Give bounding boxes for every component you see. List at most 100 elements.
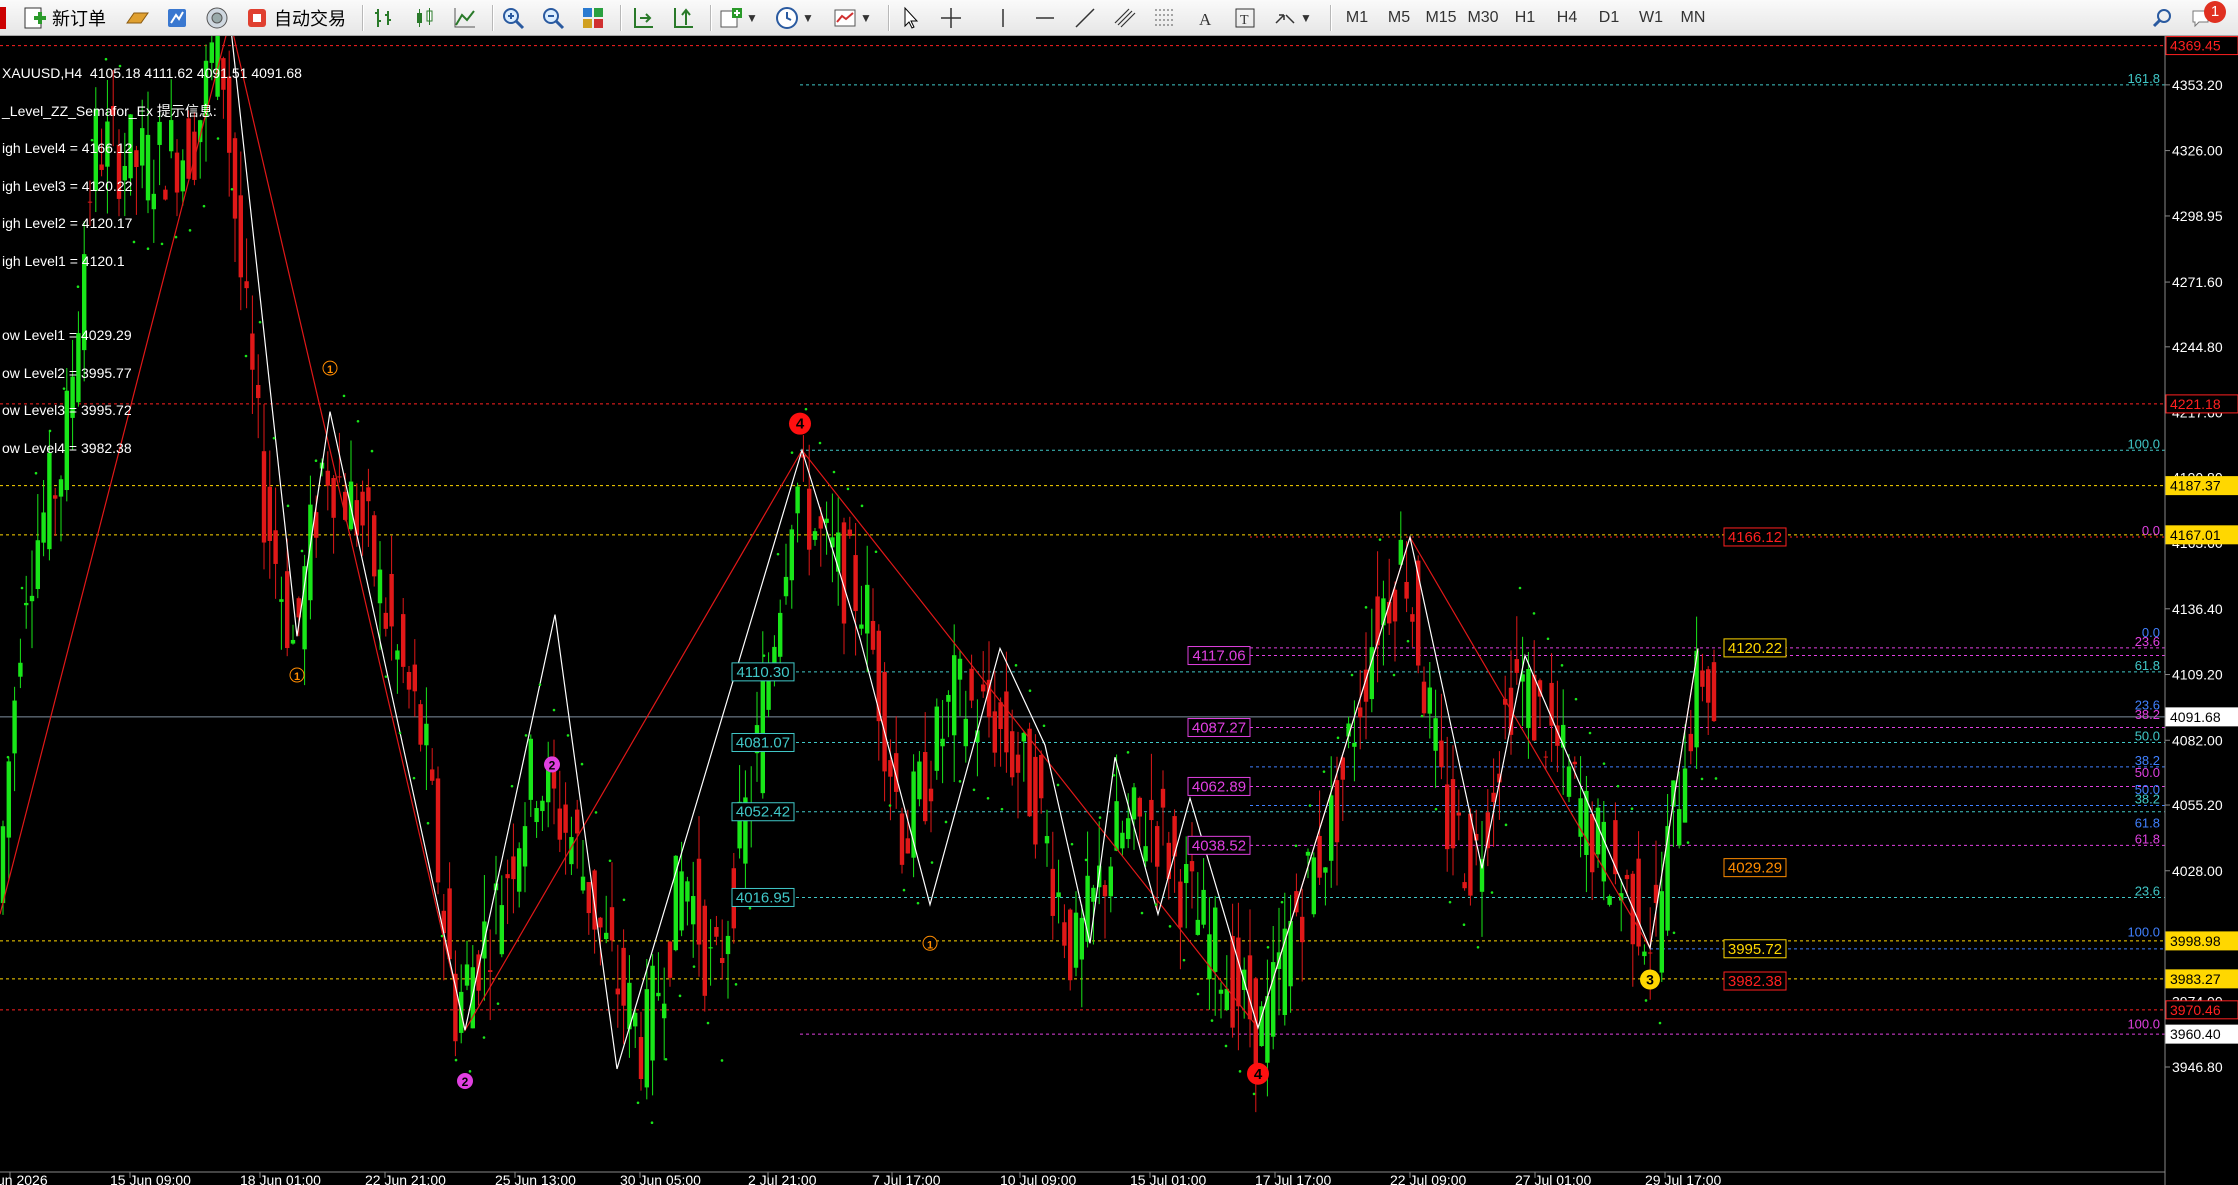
zoom-in-button[interactable] bbox=[500, 3, 526, 33]
indicator-title: _Level_ZZ_Semafor_Ex 提示信息: bbox=[2, 102, 217, 119]
timeframe-h1[interactable]: H1 bbox=[1506, 3, 1544, 33]
candle-body bbox=[691, 896, 696, 925]
candle-body bbox=[441, 910, 446, 934]
gold-bar-icon bbox=[124, 5, 150, 31]
level-label-box: 4062.89 bbox=[1187, 776, 1251, 796]
candle-body bbox=[522, 826, 528, 867]
timeframe-m1[interactable]: M1 bbox=[1338, 3, 1376, 33]
sar-dot bbox=[594, 811, 598, 814]
level-label-text: 4087.27 bbox=[1192, 720, 1246, 737]
timeframe-m5[interactable]: M5 bbox=[1380, 3, 1418, 33]
tile-windows-button[interactable] bbox=[580, 3, 606, 33]
channel-button[interactable] bbox=[1112, 3, 1138, 33]
price-chart[interactable]: 4110.30 4081.07 4052.42 4016.95 4117.06 4087.… bbox=[0, 36, 2238, 1185]
candle-body bbox=[1532, 674, 1537, 741]
semafor-marker: 2 bbox=[457, 1073, 473, 1090]
fibonacci-button[interactable] bbox=[1152, 3, 1178, 33]
timeframe-m30[interactable]: M30 bbox=[1464, 3, 1502, 33]
candle-body bbox=[598, 917, 603, 928]
notifications-button[interactable]: 1 bbox=[2190, 1, 2226, 33]
arrows-button[interactable]: ▼ bbox=[1272, 3, 1312, 33]
chart-shift-button[interactable] bbox=[670, 3, 696, 33]
candle-body bbox=[853, 555, 858, 612]
semafor-marker: 4 bbox=[1247, 1062, 1269, 1085]
vertical-line-button[interactable] bbox=[990, 3, 1016, 33]
trendline-button[interactable] bbox=[1072, 3, 1098, 33]
time-label: 15 Jun 09:00 bbox=[110, 1172, 191, 1185]
sar-dot bbox=[1294, 844, 1298, 848]
candle-body bbox=[1120, 832, 1125, 849]
indicators-button[interactable]: ▼ bbox=[718, 3, 758, 33]
sar-dot bbox=[636, 1101, 640, 1105]
time-axis: Jun 2026 15 Jun 09:00 18 Jun 01:00 22 Jun 2… bbox=[0, 1171, 2165, 1185]
periods-button[interactable]: ▼ bbox=[774, 3, 814, 33]
candle-body bbox=[1184, 864, 1189, 884]
semafor-label: 3 bbox=[1646, 972, 1654, 988]
sar-dot bbox=[1700, 777, 1704, 781]
high-level-1: igh Level1 = 4120.1 bbox=[2, 252, 125, 269]
candle-body bbox=[1114, 801, 1119, 851]
cursor-button[interactable] bbox=[898, 3, 924, 33]
candle-body bbox=[638, 1037, 644, 1080]
timeframe-mn[interactable]: MN bbox=[1674, 3, 1712, 33]
horizontal-line-button[interactable] bbox=[1032, 3, 1058, 33]
candle-body bbox=[1462, 882, 1467, 889]
text-label-button[interactable]: T bbox=[1232, 3, 1258, 33]
sar-dot bbox=[1462, 923, 1466, 927]
market-watch-button[interactable] bbox=[124, 3, 150, 33]
auto-trading-button[interactable]: 自动交易 bbox=[244, 3, 346, 33]
candle-body bbox=[1178, 881, 1183, 928]
sar-dot bbox=[1672, 931, 1676, 935]
data-window-button[interactable] bbox=[164, 3, 190, 33]
low-level-2: ow Level2 = 3995.77 bbox=[2, 364, 132, 381]
search-button[interactable] bbox=[2150, 3, 2176, 33]
timeframe-d1[interactable]: D1 bbox=[1590, 3, 1628, 33]
line-chart-button[interactable] bbox=[452, 3, 478, 33]
sar-dot bbox=[1084, 858, 1088, 862]
zoom-out-button[interactable] bbox=[540, 3, 566, 33]
autoscroll-button[interactable] bbox=[630, 3, 656, 33]
candle-body bbox=[1207, 934, 1212, 980]
price-marker-label: 4369.45 bbox=[2170, 38, 2221, 54]
low-level-1: ow Level1 = 4029.29 bbox=[2, 327, 132, 343]
sar-dot bbox=[790, 451, 794, 454]
candlestick-button[interactable] bbox=[412, 3, 438, 33]
horizontal-line-icon bbox=[1032, 5, 1058, 31]
price-marker: 3970.46 bbox=[2165, 1000, 2238, 1020]
price-marker: 4167.01 bbox=[2165, 525, 2238, 545]
timeframe-h4[interactable]: H4 bbox=[1548, 3, 1586, 33]
candle-body bbox=[435, 778, 441, 883]
price-tick: 4028.00 bbox=[2172, 863, 2223, 879]
sar-dot bbox=[958, 780, 962, 783]
candle-body bbox=[870, 620, 876, 650]
candle-body bbox=[1102, 885, 1108, 897]
templates-button[interactable]: ▼ bbox=[832, 3, 872, 33]
candle-body bbox=[1143, 846, 1148, 862]
text-button[interactable]: A bbox=[1192, 3, 1218, 33]
sar-dot bbox=[538, 683, 542, 686]
crosshair-button[interactable] bbox=[938, 3, 964, 33]
candle-body bbox=[969, 668, 974, 701]
candle-body bbox=[412, 664, 417, 692]
candle-body bbox=[981, 684, 986, 692]
bar-chart-button[interactable] bbox=[372, 3, 398, 33]
candle-body bbox=[580, 876, 586, 891]
candle-body bbox=[685, 881, 690, 902]
navigator-button[interactable] bbox=[204, 3, 230, 33]
candle-body bbox=[998, 702, 1003, 730]
time-label: 27 Jul 01:00 bbox=[1515, 1172, 1591, 1185]
sar-dot bbox=[1252, 1092, 1256, 1096]
new-order-button[interactable]: 新订单 bbox=[22, 3, 106, 33]
candle-body bbox=[0, 826, 6, 904]
text-label-icon: T bbox=[1232, 5, 1258, 31]
timeframe-m15[interactable]: M15 bbox=[1422, 3, 1460, 33]
timeframe-w1[interactable]: W1 bbox=[1632, 3, 1670, 33]
sar-dot bbox=[804, 407, 808, 411]
semafor-marker: 3 bbox=[1640, 969, 1660, 990]
zoom-out-icon bbox=[540, 5, 566, 31]
fib-label: 100.0 bbox=[2127, 1016, 2160, 1031]
candle-body bbox=[511, 856, 516, 880]
sar-dot bbox=[1196, 992, 1200, 996]
sar-dot bbox=[1602, 762, 1606, 765]
candle-body bbox=[1079, 917, 1084, 960]
